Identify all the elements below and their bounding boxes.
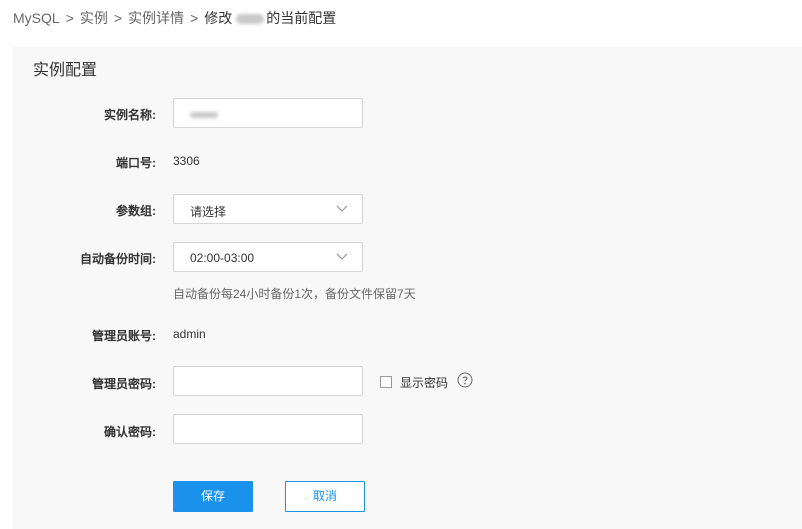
breadcrumb-item-instance-detail[interactable]: 实例详情 bbox=[128, 10, 184, 26]
instance-config-panel: 实例配置 实例名称: 端口号: 3306 参数组: 请选择 自动备份时间: 02… bbox=[13, 47, 802, 529]
breadcrumb-current-suffix: 的当前配置 bbox=[266, 10, 337, 26]
cancel-button[interactable]: 取消 bbox=[285, 481, 365, 512]
backup-time-hint: 自动备份每24小时备份1次，备份文件保留7天 bbox=[173, 287, 416, 301]
breadcrumb-current: 修改 的当前配置 bbox=[204, 10, 336, 26]
breadcrumb-separator: > bbox=[190, 10, 199, 26]
chevron-down-icon bbox=[336, 253, 348, 260]
panel-title: 实例配置 bbox=[33, 62, 98, 79]
breadcrumb-item-mysql[interactable]: MySQL bbox=[13, 10, 60, 26]
confirm-password-label: 确认密码: bbox=[104, 425, 156, 439]
chevron-down-icon bbox=[336, 205, 348, 212]
instance-name-label: 实例名称: bbox=[104, 108, 156, 122]
admin-account-label: 管理员账号: bbox=[92, 329, 156, 343]
save-button[interactable]: 保存 bbox=[173, 481, 253, 512]
admin-account-value: admin bbox=[173, 327, 206, 341]
breadcrumb-current-prefix: 修改 bbox=[204, 10, 233, 26]
backup-time-label: 自动备份时间: bbox=[80, 252, 156, 266]
help-circle-icon[interactable] bbox=[457, 372, 473, 388]
param-group-label: 参数组: bbox=[116, 204, 156, 218]
backup-time-select[interactable]: 02:00-03:00 bbox=[173, 242, 363, 272]
confirm-password-input[interactable] bbox=[173, 414, 363, 444]
port-label: 端口号: bbox=[116, 156, 156, 170]
backup-time-selected: 02:00-03:00 bbox=[190, 251, 255, 265]
breadcrumb-item-instances[interactable]: 实例 bbox=[80, 10, 108, 26]
show-password-checkbox[interactable] bbox=[380, 376, 392, 388]
admin-password-input[interactable] bbox=[173, 366, 363, 396]
breadcrumb: MySQL > 实例 > 实例详情 > 修改 的当前配置 bbox=[13, 8, 336, 28]
show-password-label[interactable]: 显示密码 bbox=[400, 374, 448, 391]
redacted-instance-name bbox=[236, 14, 265, 25]
redacted-instance-name-value bbox=[190, 112, 218, 118]
breadcrumb-separator: > bbox=[113, 10, 123, 26]
port-value: 3306 bbox=[173, 154, 200, 168]
instance-name-input[interactable] bbox=[173, 98, 363, 128]
param-group-select[interactable]: 请选择 bbox=[173, 194, 363, 224]
breadcrumb-separator: > bbox=[65, 10, 74, 26]
param-group-selected: 请选择 bbox=[190, 205, 227, 219]
admin-password-label: 管理员密码: bbox=[92, 377, 156, 391]
